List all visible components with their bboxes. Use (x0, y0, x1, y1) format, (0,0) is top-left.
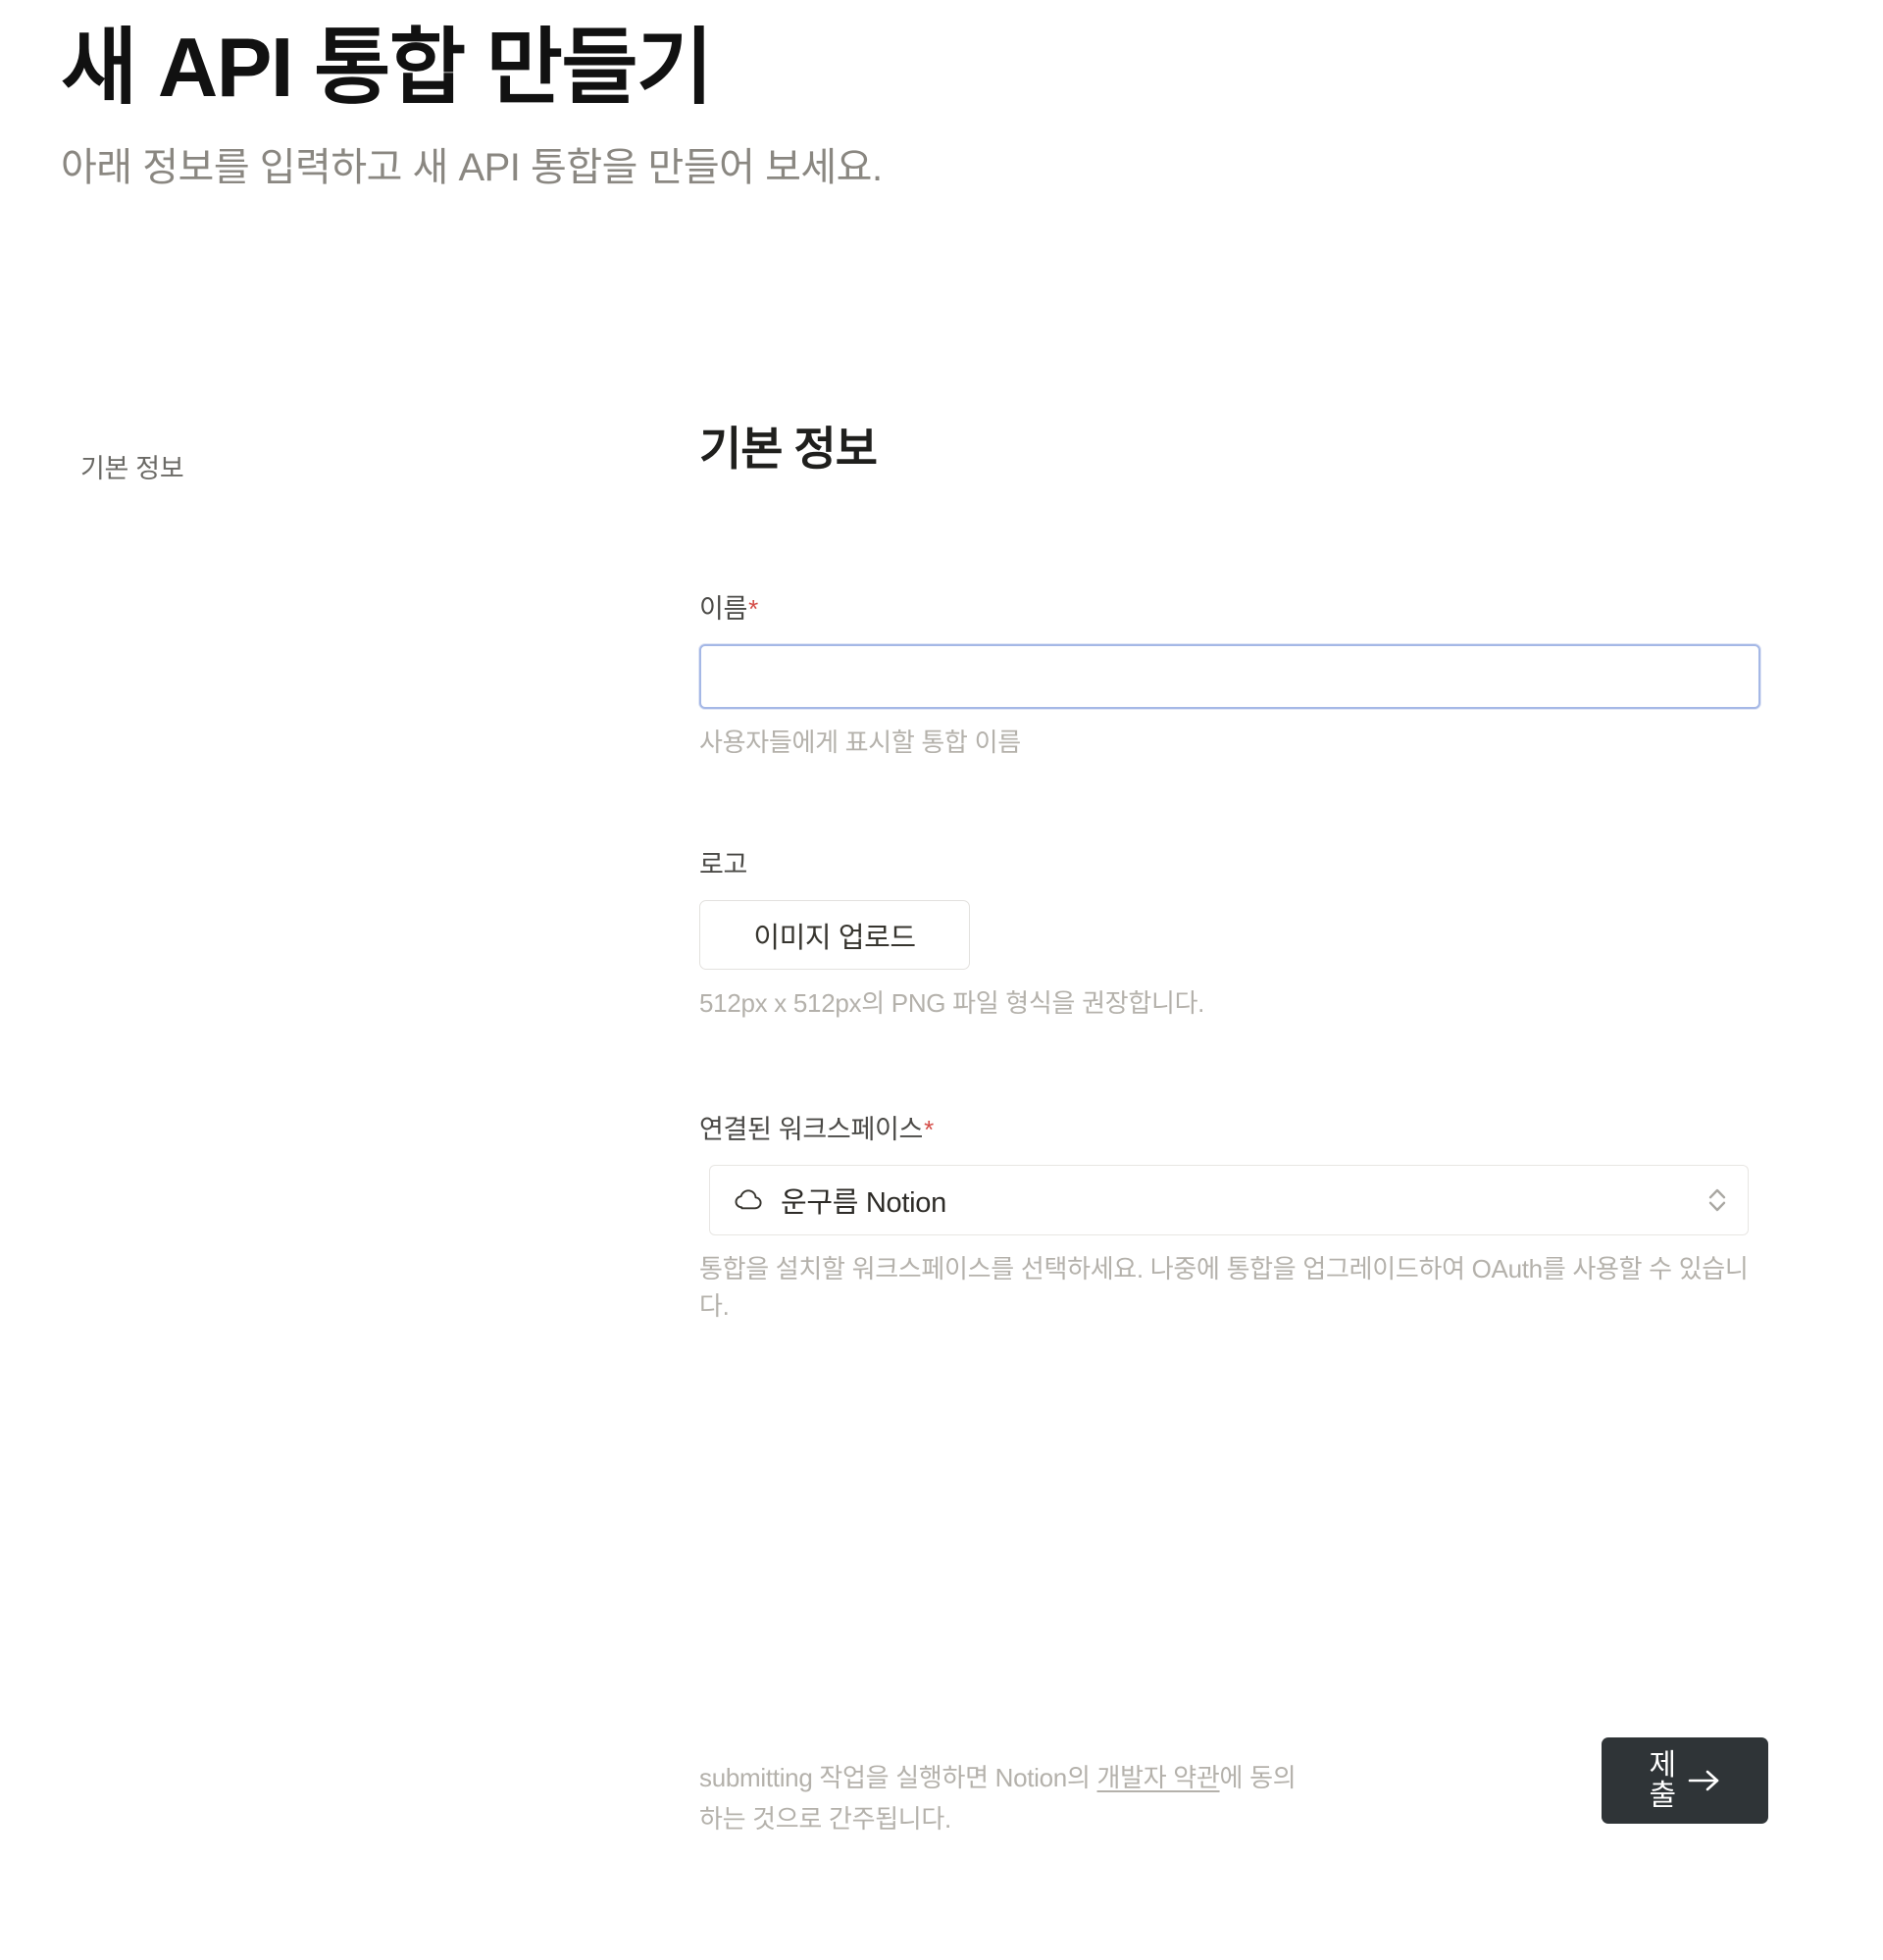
field-name: 이름* 사용자들에게 표시할 통합 이름 (699, 592, 1768, 762)
name-label-text: 이름 (699, 594, 748, 625)
field-logo: 로고 이미지 업로드 512px x 512px의 PNG 파일 형식을 권장합… (699, 848, 1768, 1023)
sidebar-item-basic-info[interactable]: 기본 정보 (80, 449, 492, 490)
workspace-label-text: 연결된 워크스페이스 (699, 1114, 924, 1144)
developer-terms-link[interactable]: 개발자 약관 (1097, 1763, 1220, 1792)
form-main: 기본 정보 이름* 사용자들에게 표시할 통합 이름 로고 이미지 업로드 51… (699, 422, 1768, 1325)
upload-image-button[interactable]: 이미지 업로드 (699, 900, 970, 971)
workspace-field-hint: 통합을 설치할 워크스페이스를 선택하세요. 나중에 통합을 업그레이드하여 O… (699, 1254, 1749, 1321)
workspace-field-label: 연결된 워크스페이스* (699, 1113, 1768, 1147)
page-header: 새 API 통합 만들기 아래 정보를 입력하고 새 API 통합을 만들어 보… (61, 22, 1728, 193)
required-asterisk: * (924, 1114, 934, 1144)
arrow-right-icon (1685, 1766, 1724, 1795)
required-asterisk: * (748, 594, 758, 625)
terms-prefix: submitting 작업을 실행하면 Notion의 (699, 1763, 1097, 1792)
page-subtitle: 아래 정보를 입력하고 새 API 통합을 만들어 보세요. (61, 146, 883, 190)
logo-field-label: 로고 (699, 850, 748, 880)
create-api-integration-page: 새 API 통합 만들기 아래 정보를 입력하고 새 API 통합을 만들어 보… (0, 0, 1883, 1960)
sidebar-item-label: 기본 정보 (80, 454, 184, 483)
page-title: 새 API 통합 만들기 (61, 22, 713, 115)
logo-field-hint: 512px x 512px의 PNG 파일 형식을 권장합니다. (699, 988, 1205, 1019)
chevron-updown-icon (1705, 1183, 1730, 1217)
name-field-label: 이름* (699, 592, 1768, 627)
section-title-basic-info: 기본 정보 (699, 423, 878, 475)
name-field-hint: 사용자들에게 표시할 통합 이름 (699, 728, 1021, 758)
field-workspace: 연결된 워크스페이스* 운구름 Notion 통합을 설치할 워크스페이스를 선… (699, 1113, 1768, 1325)
terms-notice: submitting 작업을 실행하면 Notion의 개발자 약관에 동의하는… (699, 1757, 1307, 1839)
workspace-select[interactable]: 운구름 Notion (709, 1165, 1749, 1236)
name-input[interactable] (699, 644, 1760, 710)
cloud-icon (734, 1185, 763, 1215)
workspace-select-value: 운구름 Notion (781, 1187, 946, 1220)
form-footer: submitting 작업을 실행하면 Notion의 개발자 약관에 동의하는… (699, 1737, 1768, 1865)
submit-button-label: 제출 (1649, 1748, 1676, 1812)
sidebar-nav: 기본 정보 (80, 449, 492, 490)
submit-button[interactable]: 제출 (1602, 1737, 1768, 1824)
